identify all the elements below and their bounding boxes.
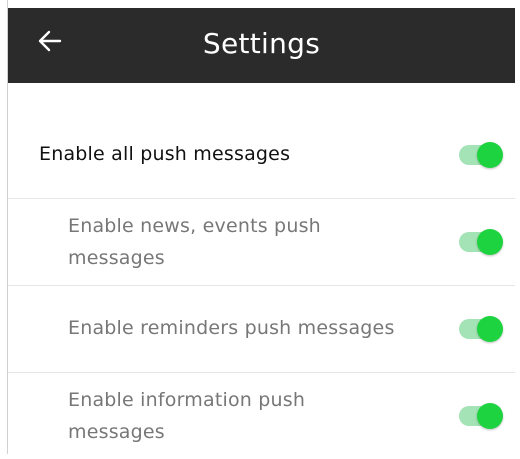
page-title: Settings [202,27,321,60]
app-bar: Settings [8,8,515,83]
setting-row-news-events: Enable news, events push messages [8,199,515,286]
setting-row-information: Enable information push messages [8,373,515,459]
toggle-knob [477,316,503,342]
toggle-knob [477,142,503,168]
toggle-all-push[interactable] [459,142,503,168]
toggle-knob [477,403,503,429]
toggle-reminders[interactable] [459,316,503,342]
setting-label: Enable reminders push messages [68,317,395,339]
toggle-knob [477,229,503,255]
toggle-information[interactable] [459,403,503,429]
setting-label: Enable all push messages [39,143,291,165]
setting-label: Enable news, events push messages [68,215,321,269]
settings-list: Enable all push messages Enable news, ev… [8,112,515,459]
setting-label: Enable information push messages [68,389,306,443]
setting-row-all-push: Enable all push messages [8,112,515,199]
setting-row-reminders: Enable reminders push messages [8,286,515,373]
settings-screen: Settings Enable all push messages Enable… [0,0,520,454]
toggle-news-events[interactable] [459,229,503,255]
